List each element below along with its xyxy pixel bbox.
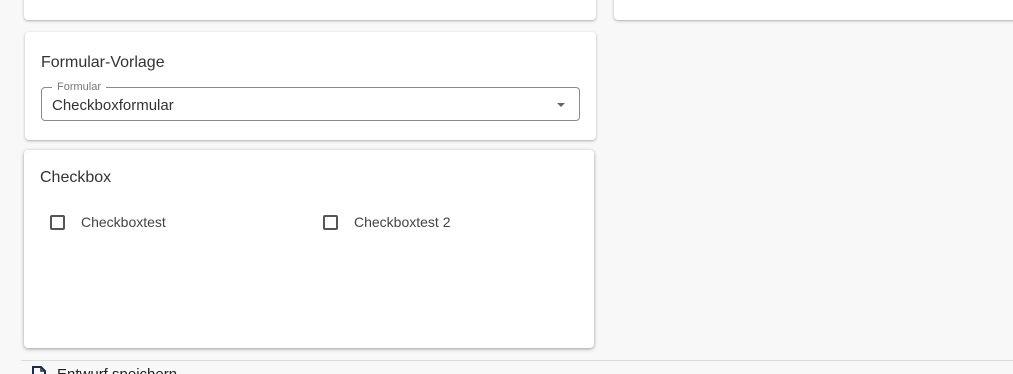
page: Formular-Vorlage Formular Checkboxformul…: [0, 0, 1013, 374]
checkbox-unchecked-icon[interactable]: [50, 214, 65, 230]
dropdown-arrow-icon[interactable]: [557, 103, 565, 107]
top-right-card: [614, 0, 1013, 20]
form-select-value: Checkboxformular: [52, 97, 174, 114]
top-left-card: [24, 0, 596, 20]
document-edit-icon: [32, 366, 46, 374]
form-select[interactable]: Formular Checkboxformular: [41, 80, 580, 121]
save-draft-button[interactable]: Entwurf speichern: [31, 366, 177, 374]
form-template-title: Formular-Vorlage: [41, 54, 165, 71]
checkbox-item-checkboxtest[interactable]: Checkboxtest: [50, 212, 166, 232]
form-select-label: Formular: [52, 80, 107, 94]
checkbox-unchecked-icon[interactable]: [323, 214, 338, 230]
checkbox-label: Checkboxtest: [81, 214, 166, 230]
checkbox-card: Checkbox Checkboxtest Checkboxtest 2: [24, 150, 594, 348]
checkbox-item-checkboxtest-2[interactable]: Checkboxtest 2: [323, 212, 451, 232]
form-template-card: Formular-Vorlage Formular Checkboxformul…: [25, 32, 596, 140]
checkbox-section-title: Checkbox: [40, 169, 112, 186]
footer-divider: [21, 360, 1013, 361]
save-draft-label: Entwurf speichern: [57, 366, 177, 374]
checkbox-label: Checkboxtest 2: [354, 214, 451, 230]
